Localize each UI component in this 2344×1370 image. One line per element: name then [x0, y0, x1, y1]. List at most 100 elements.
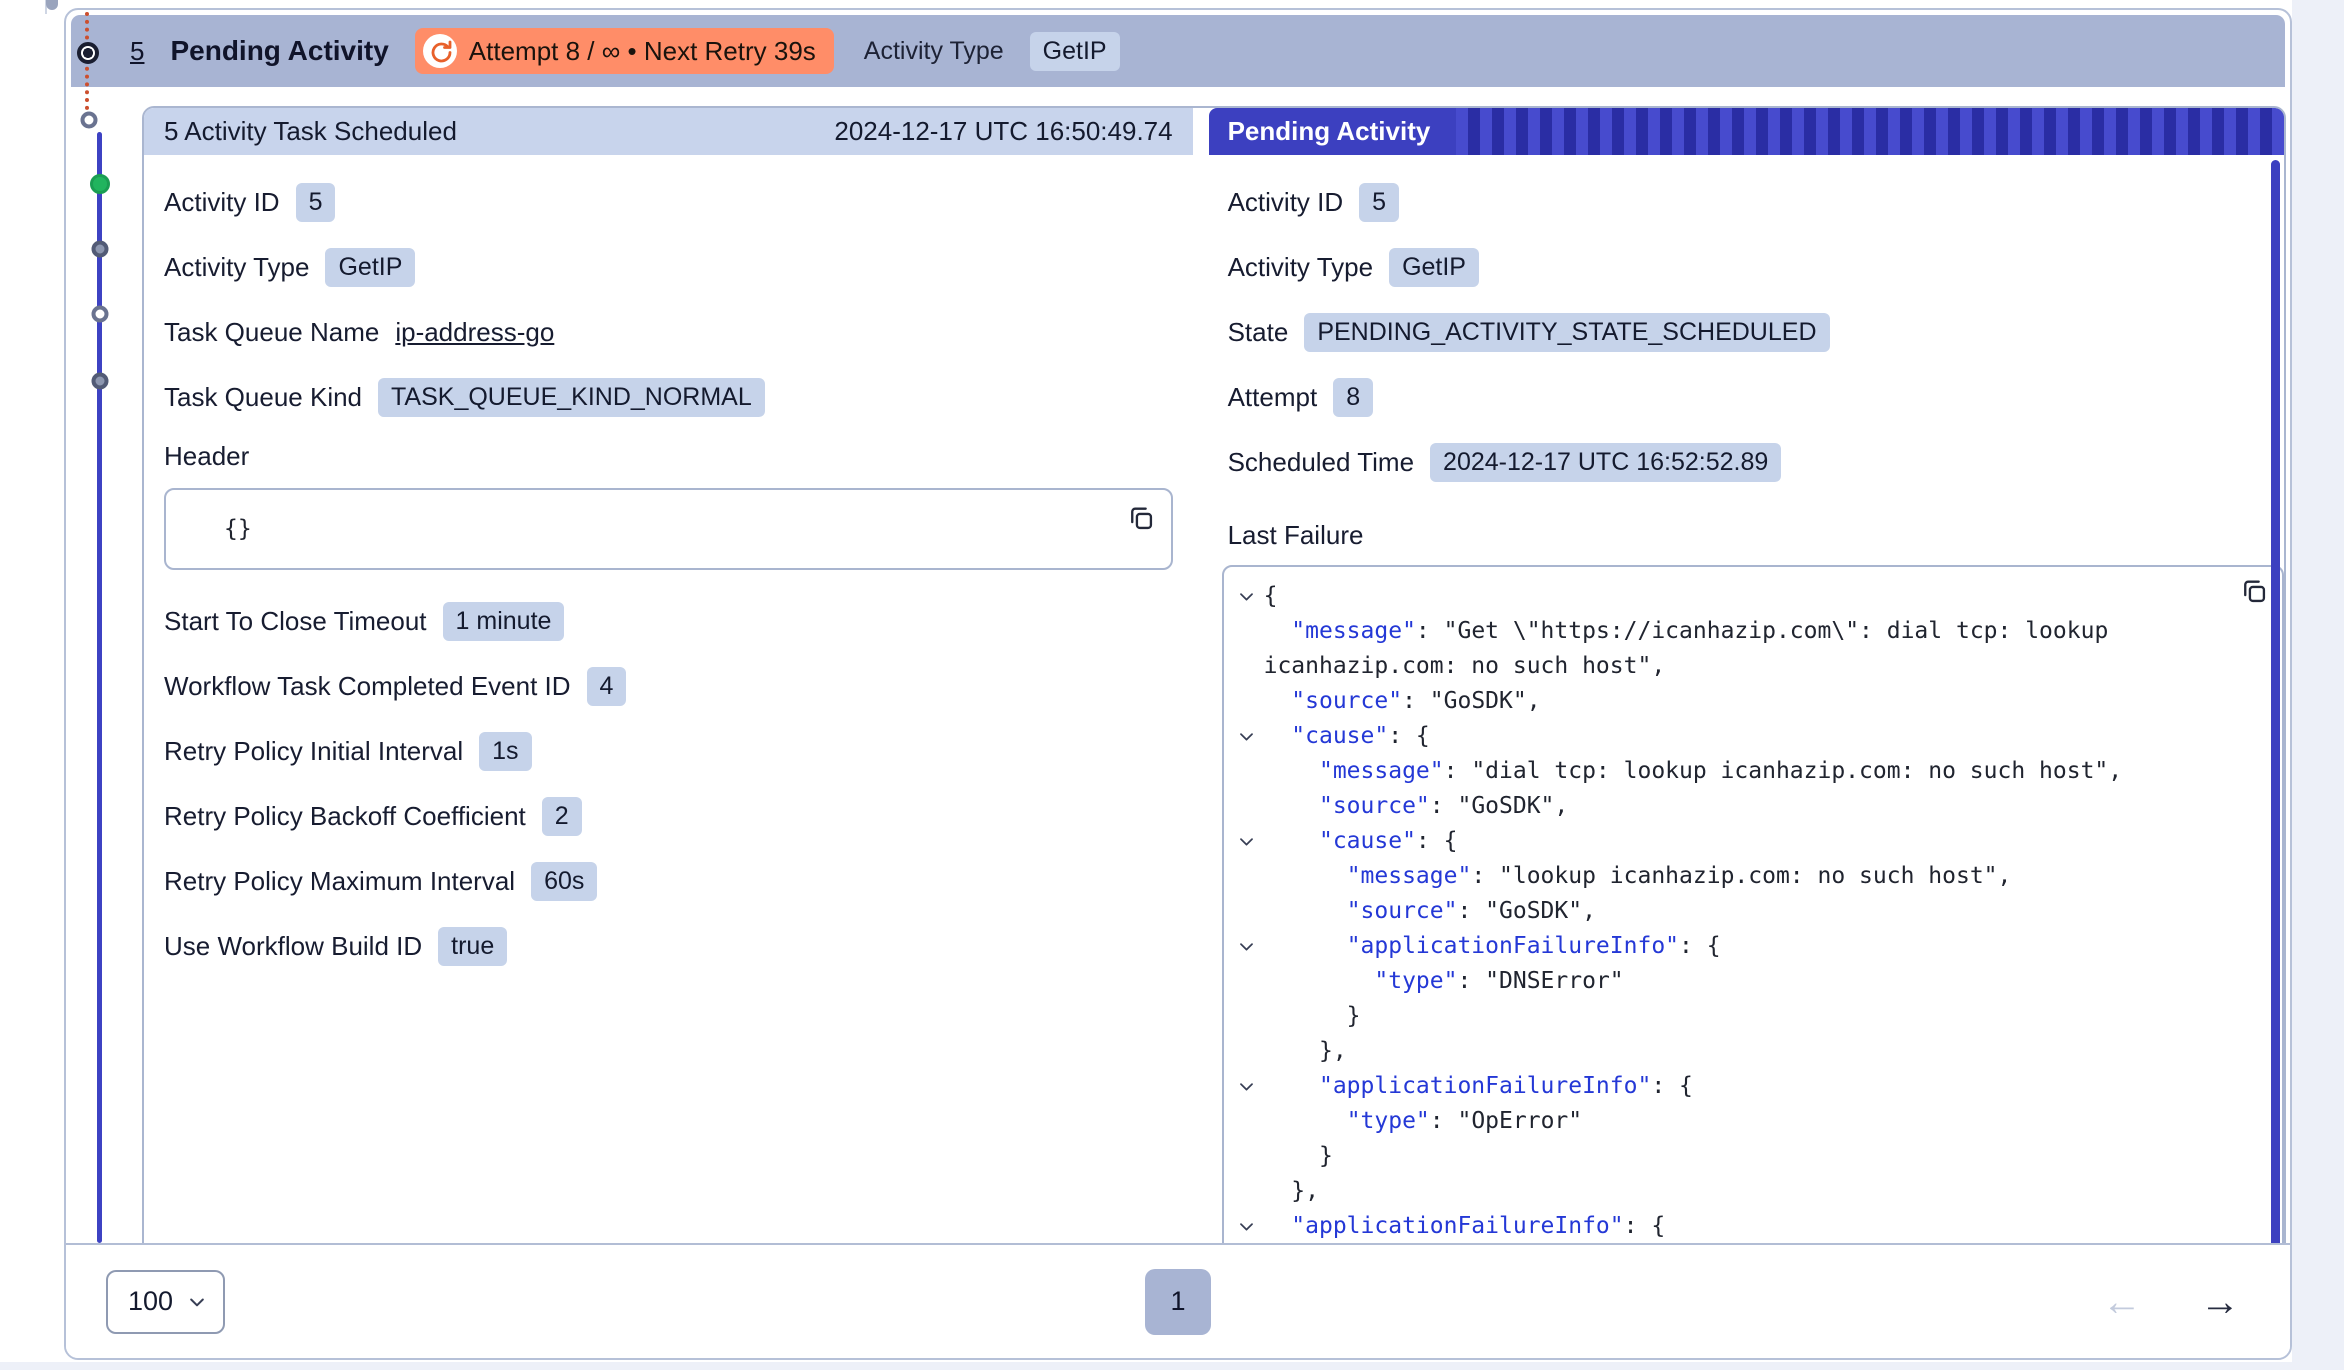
chevron-down-icon	[187, 1292, 207, 1312]
timeline-dot-gray[interactable]	[92, 373, 109, 390]
next-page-arrow[interactable]: →	[2200, 1282, 2240, 1322]
field-row: Task Queue Nameip-address-go	[164, 311, 1173, 353]
json-line: "source": "GoSDK",	[1230, 684, 2264, 719]
field-label: Task Queue Kind	[164, 382, 362, 413]
field-value-badge: TASK_QUEUE_KIND_NORMAL	[378, 378, 765, 417]
chevron-down-icon	[1237, 587, 1256, 606]
json-code: "source": "GoSDK",	[1264, 684, 1541, 719]
json-gutter-spacer	[1230, 684, 1264, 719]
collapse-toggle[interactable]	[1230, 929, 1264, 964]
collapse-toggle[interactable]	[1230, 824, 1264, 859]
current-page-button[interactable]: 1	[1145, 1269, 1211, 1335]
json-gutter-spacer	[1230, 1104, 1264, 1139]
json-line: },	[1230, 1174, 2264, 1209]
json-gutter-spacer	[1230, 649, 1264, 684]
field-row: Retry Policy Initial Interval1s	[164, 730, 1173, 772]
field-value-badge: 1 minute	[443, 602, 565, 641]
collapse-toggle[interactable]	[1230, 719, 1264, 754]
timeline-dot-open[interactable]	[92, 306, 109, 323]
field-label: Workflow Task Completed Event ID	[164, 671, 571, 702]
chevron-down-icon	[1237, 727, 1256, 746]
pending-activity-title: Pending Activity	[1209, 108, 1457, 155]
field-label: Scheduled Time	[1228, 447, 1414, 478]
scheduled-event-panel: 5 Activity Task Scheduled 2024-12-17 UTC…	[144, 108, 1193, 1243]
pending-activity-panel: Pending Activity Activity ID5Activity Ty…	[1209, 108, 2284, 1243]
json-line: "type": "OpError"	[1230, 1104, 2264, 1139]
per-page-select[interactable]: 100	[106, 1270, 225, 1334]
last-failure-label: Last Failure	[1228, 520, 2284, 551]
field-label: Retry Policy Backoff Coefficient	[164, 801, 526, 832]
chevron-down-icon	[1237, 832, 1256, 851]
field-row: Activity Type GetIP	[1228, 246, 2264, 288]
json-code: "source": "GoSDK",	[1264, 894, 1596, 929]
header-payload-value: {}	[224, 516, 252, 542]
event-detail-content: 5 Activity Task Scheduled 2024-12-17 UTC…	[66, 87, 2290, 1243]
json-line: "source": "GoSDK",	[1230, 894, 2264, 929]
json-code: "message": "Get \"https://icanhazip.com\…	[1264, 614, 2109, 649]
field-value-badge: GetIP	[325, 248, 415, 287]
field-label: Retry Policy Maximum Interval	[164, 866, 515, 897]
timeline-dot-gray[interactable]	[92, 241, 109, 258]
scheduled-event-fields: Activity ID5 Activity TypeGetIP Task Queue…	[144, 155, 1193, 990]
json-line: "applicationFailureInfo": {	[1230, 1209, 2264, 1243]
pagination-bar: 100 1 ← →	[66, 1243, 2290, 1358]
field-row: Activity TypeGetIP	[164, 246, 1173, 288]
header-payload-box: {}	[164, 488, 1173, 570]
copy-icon	[2240, 577, 2268, 605]
event-title: Pending Activity	[170, 35, 388, 67]
json-code: "type": "OpError"	[1264, 1104, 1583, 1139]
task-queue-link[interactable]: ip-address-go	[395, 317, 554, 348]
json-gutter-spacer	[1230, 1034, 1264, 1069]
collapse-toggle[interactable]	[1230, 1069, 1264, 1104]
json-line: }	[1230, 999, 2264, 1034]
activity-type-badge: GetIP	[1030, 32, 1120, 71]
panel-gap	[1193, 108, 1209, 1243]
field-value-badge: 1s	[479, 732, 531, 771]
field-value-badge: GetIP	[1389, 248, 1479, 287]
field-value-badge: 60s	[531, 862, 597, 901]
json-line: "message": "lookup icanhazip.com: no suc…	[1230, 859, 2264, 894]
retry-attempt-badge: Attempt 8 / ∞ • Next Retry 39s	[415, 28, 834, 74]
event-history-view: 5 Pending Activity Attempt 8 / ∞ • Next …	[0, 0, 2344, 1370]
copy-header-button[interactable]	[1127, 504, 1155, 532]
timeline-dot-open[interactable]	[81, 112, 98, 129]
field-value-badge: 2	[542, 797, 582, 836]
event-header-bar[interactable]: 5 Pending Activity Attempt 8 / ∞ • Next …	[71, 15, 2285, 87]
timeline-dot-current[interactable]	[77, 42, 99, 64]
field-row: Activity ID5	[164, 181, 1173, 223]
json-code: {	[1264, 579, 1278, 614]
prev-page-arrow[interactable]: ←	[2102, 1282, 2142, 1322]
retry-icon	[423, 34, 457, 68]
json-code: icanhazip.com: no such host",	[1264, 649, 1666, 684]
chevron-down-icon	[1237, 1217, 1256, 1236]
field-row: State PENDING_ACTIVITY_STATE_SCHEDULED	[1228, 311, 2264, 353]
retry-badge-text: Attempt 8 / ∞ • Next Retry 39s	[469, 36, 816, 67]
json-code: }	[1264, 999, 1361, 1034]
json-code: "applicationFailureInfo": {	[1264, 929, 1721, 964]
timeline-dot-green[interactable]	[90, 174, 110, 194]
field-label: State	[1228, 317, 1289, 348]
pending-activity-fields: Activity ID5Activity TypeGetIPStatePENDI…	[1209, 155, 2284, 506]
field-row: Retry Policy Backoff Coefficient 2	[164, 795, 1173, 837]
collapse-toggle[interactable]	[1230, 579, 1264, 614]
retry-icon-glyph	[428, 39, 452, 63]
collapse-toggle[interactable]	[1230, 1209, 1264, 1243]
json-gutter-spacer	[1230, 859, 1264, 894]
event-id-link[interactable]: 5	[130, 36, 144, 67]
field-value-badge: PENDING_ACTIVITY_STATE_SCHEDULED	[1304, 313, 1829, 352]
chevron-down-icon	[1237, 1077, 1256, 1096]
field-value-badge: 5	[1359, 183, 1399, 222]
copy-json-button[interactable]	[2240, 577, 2268, 605]
json-code: }	[1264, 1139, 1333, 1174]
field-label: Activity Type	[1228, 252, 1373, 283]
json-line: "source": "GoSDK",	[1230, 789, 2264, 824]
json-code: },	[1264, 1174, 1319, 1209]
json-gutter-spacer	[1230, 1139, 1264, 1174]
json-line: "applicationFailureInfo": {	[1230, 929, 2264, 964]
detail-scrollbar[interactable]	[2271, 160, 2280, 1243]
pagination-arrows: ← →	[2102, 1282, 2240, 1322]
scheduled-event-title: 5 Activity Task Scheduled	[164, 116, 457, 147]
field-value-badge: 8	[1333, 378, 1373, 417]
json-gutter-spacer	[1230, 789, 1264, 824]
chevron-down-icon	[1237, 937, 1256, 956]
